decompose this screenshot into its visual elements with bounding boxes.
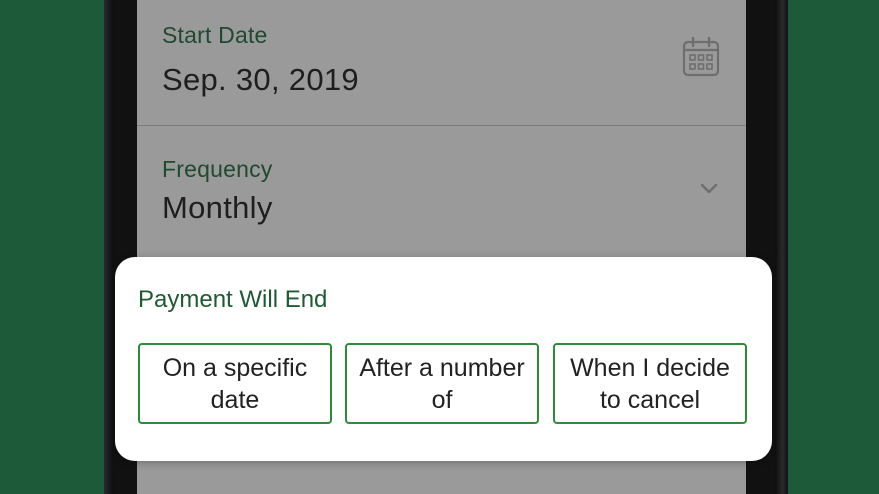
calendar-icon[interactable] xyxy=(682,37,720,77)
screen-bottom-area xyxy=(137,460,746,494)
dialog-title: Payment Will End xyxy=(138,286,328,313)
payment-end-dialog: Payment Will End On a specific date Afte… xyxy=(115,257,772,461)
phone-edge-right xyxy=(775,0,788,494)
start-date-value: Sep. 30, 2019 xyxy=(162,62,359,97)
option-label: After a number of xyxy=(359,353,525,414)
frequency-field[interactable]: Frequency Monthly xyxy=(137,126,746,256)
option-specific-date-button[interactable]: On a specific date xyxy=(138,343,332,424)
phone-edge-left xyxy=(104,0,114,494)
start-date-label: Start Date xyxy=(162,22,268,48)
start-date-field[interactable]: Start Date Sep. 30, 2019 xyxy=(137,0,746,126)
stage: Start Date Sep. 30, 2019 Frequency Month… xyxy=(0,0,879,494)
chevron-down-icon[interactable] xyxy=(699,182,719,196)
option-number-of-payments-button[interactable]: After a number of xyxy=(345,343,539,424)
option-decide-to-cancel-button[interactable]: When I decide to cancel xyxy=(553,343,747,424)
frequency-label: Frequency xyxy=(162,156,273,182)
frequency-value: Monthly xyxy=(162,190,273,225)
option-label: On a specific date xyxy=(162,353,308,414)
option-label: When I decide to cancel xyxy=(570,353,730,414)
